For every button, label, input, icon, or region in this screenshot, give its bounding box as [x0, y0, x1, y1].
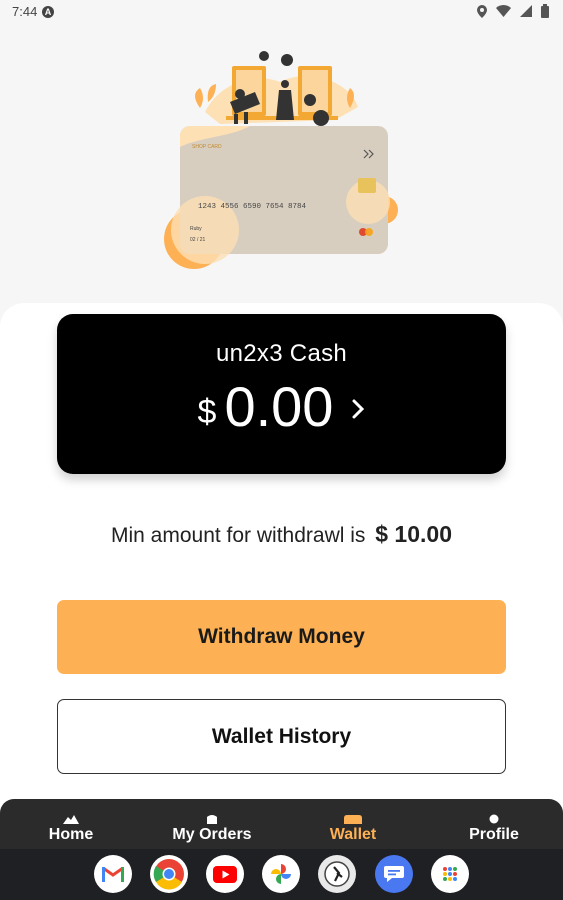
status-bar: 7:44 A: [0, 0, 563, 26]
card-name: Ruby: [190, 226, 202, 232]
wifi-icon: [496, 5, 511, 17]
wallet-icon: [344, 815, 362, 824]
wallet-history-button[interactable]: Wallet History: [57, 699, 506, 774]
system-dock: [0, 849, 563, 900]
photos-icon[interactable]: [262, 855, 300, 893]
home-icon: [63, 815, 79, 824]
min-withdraw-info: Min amount for withdrawl is $ 10.00: [0, 521, 563, 548]
min-withdraw-amount: $ 10.00: [375, 521, 452, 547]
chevron-right-icon: [352, 399, 365, 418]
wallet-title: un2x3 Cash: [215, 340, 348, 367]
messages-icon[interactable]: [375, 855, 413, 893]
wallet-balance-card[interactable]: un2x3 Cash $ 0.00: [57, 314, 506, 474]
profile-icon: [489, 814, 499, 824]
wallet-balance: 0.00: [224, 375, 334, 438]
card-number: 1243 4556 6590 7654 8784: [198, 203, 307, 211]
signal-icon: [520, 5, 532, 17]
a-icon: A: [42, 6, 54, 18]
apps-grid-icon[interactable]: [431, 855, 469, 893]
orders-icon: [207, 815, 217, 824]
location-icon: [477, 4, 487, 18]
wallet-currency: $: [197, 393, 217, 431]
nav-wallet[interactable]: Wallet: [293, 799, 413, 849]
youtube-icon[interactable]: [206, 855, 244, 893]
nav-home[interactable]: Home: [11, 799, 131, 849]
status-icons: [477, 4, 549, 18]
bottom-nav: Home My Orders Wallet Profile: [0, 799, 563, 849]
nav-wallet-label: Wallet: [329, 826, 377, 843]
nav-profile-label: Profile: [469, 826, 519, 843]
gmail-icon[interactable]: [94, 855, 132, 893]
chrome-icon[interactable]: [150, 855, 188, 893]
app-icon[interactable]: [318, 855, 356, 893]
min-withdraw-text: Min amount for withdrawl is: [110, 524, 366, 547]
nav-my-orders[interactable]: My Orders: [152, 799, 272, 849]
card-expiry: 02 / 21: [190, 237, 206, 243]
wallet-balance-row: $ 0.00: [57, 374, 506, 439]
battery-icon: [541, 4, 549, 18]
withdraw-money-button[interactable]: Withdraw Money: [57, 600, 506, 674]
nav-home-label: Home: [48, 826, 94, 843]
wallet-illustration: SHOP CARD 1243 4556 6590 7654 8784 Ruby …: [164, 51, 398, 269]
nav-my-orders-label: My Orders: [172, 826, 252, 843]
nav-profile[interactable]: Profile: [434, 799, 554, 849]
card-brand: SHOP CARD: [192, 144, 222, 150]
status-time: 7:44: [12, 4, 38, 19]
